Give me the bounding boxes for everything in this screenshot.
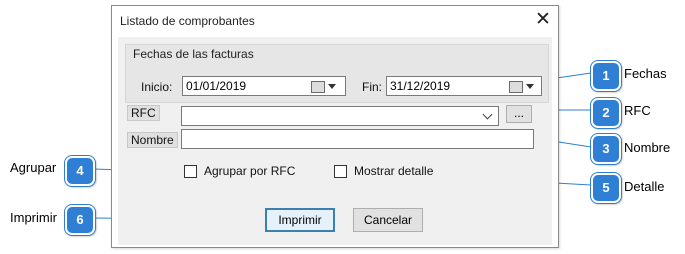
callout-badge-6: 6 xyxy=(65,205,95,235)
callout-label-fechas: Fechas xyxy=(624,66,667,81)
callout-badge-1: 1 xyxy=(591,61,621,91)
end-date-value: 31/12/2019 xyxy=(390,79,451,93)
callout-label-imprimir: Imprimir xyxy=(10,210,57,225)
group-by-rfc-label[interactable]: Agrupar por RFC xyxy=(204,164,295,178)
end-date-label: Fin: xyxy=(362,80,383,94)
show-detail-label[interactable]: Mostrar detalle xyxy=(354,164,433,178)
dialog-title: Listado de comprobantes xyxy=(120,14,255,28)
callout-badge-5: 5 xyxy=(591,173,621,203)
title-bar: Listado de comprobantes ✕ xyxy=(112,6,558,36)
name-label: Nombre xyxy=(127,132,178,148)
start-date-picker[interactable]: 01/01/2019 xyxy=(182,76,346,96)
callout-label-nombre: Nombre xyxy=(624,140,671,155)
callout-badge-2: 2 xyxy=(591,98,621,128)
rfc-browse-button[interactable]: ... xyxy=(506,105,532,123)
chevron-down-icon xyxy=(482,109,493,120)
callout-label-detalle: Detalle xyxy=(624,179,665,194)
start-date-label: Inicio: xyxy=(141,80,173,94)
name-field[interactable] xyxy=(181,129,534,149)
rfc-combobox[interactable] xyxy=(181,106,499,126)
calendar-icon xyxy=(311,81,325,93)
callout-badge-3: 3 xyxy=(591,134,621,164)
listado-dialog: Listado de comprobantes ✕ Fechas de las … xyxy=(111,5,559,248)
close-icon[interactable]: ✕ xyxy=(532,9,554,31)
end-date-picker[interactable]: 31/12/2019 xyxy=(386,76,542,96)
dialog-body: Fechas de las facturas Inicio: 01/01/201… xyxy=(118,37,552,245)
dates-group: Fechas de las facturas Inicio: 01/01/201… xyxy=(125,44,549,103)
calendar-icon xyxy=(509,81,523,93)
callout-badge-4: 4 xyxy=(65,156,95,186)
group-by-rfc-checkbox[interactable] xyxy=(184,165,197,178)
print-button[interactable]: Imprimir xyxy=(265,208,335,232)
dropdown-arrow-icon xyxy=(526,84,534,89)
cancel-button[interactable]: Cancelar xyxy=(353,208,423,232)
show-detail-checkbox[interactable] xyxy=(334,165,347,178)
callout-label-agrupar: Agrupar xyxy=(10,160,57,175)
rfc-label: RFC xyxy=(127,105,160,121)
dates-group-label: Fechas de las facturas xyxy=(133,47,254,61)
start-date-value: 01/01/2019 xyxy=(186,79,247,93)
callout-label-rfc: RFC xyxy=(624,103,651,118)
dropdown-arrow-icon xyxy=(328,84,336,89)
